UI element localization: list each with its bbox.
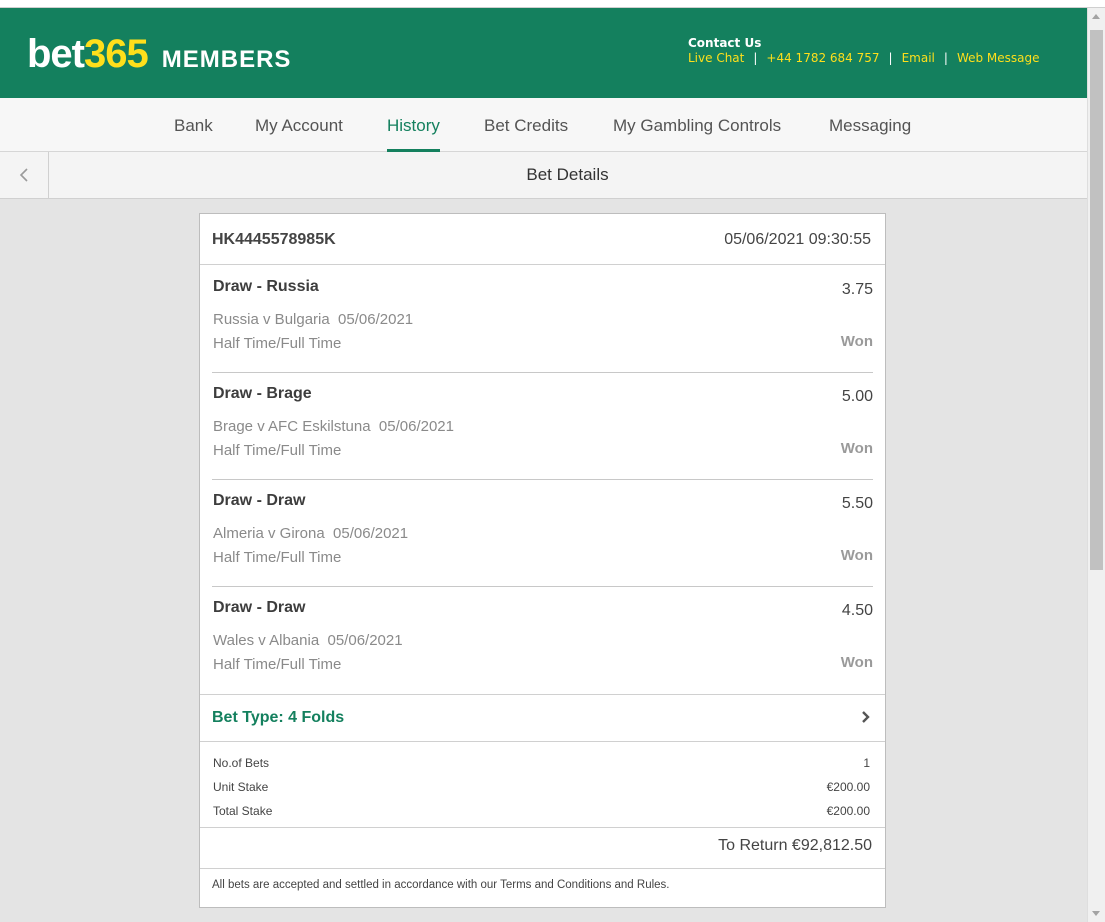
bet-type-row[interactable]: Bet Type: 4 Folds: [200, 694, 885, 742]
contact-title: Contact Us: [688, 36, 762, 50]
selection-market: Half Time/Full Time: [213, 442, 342, 459]
contact-panel: Contact Us Live Chat | +44 1782 684 757 | Em…: [688, 36, 1040, 66]
live-chat-link[interactable]: Live Chat: [688, 51, 744, 65]
total-stake-label: Total Stake: [213, 804, 273, 818]
nav-item-bank[interactable]: Bank: [174, 98, 213, 152]
bet-reference: HK4445578985K: [212, 231, 336, 248]
selection-row: Draw - Draw 5.50 Almeria v Girona 05/06/…: [212, 479, 873, 587]
selection-event: Russia v Bulgaria 05/06/2021: [213, 311, 414, 328]
nav-item-messaging[interactable]: Messaging: [829, 98, 911, 152]
no-of-bets-label: No.of Bets: [213, 756, 270, 770]
to-return-value: To Return €92,812.50: [718, 837, 872, 854]
selection-result: Won: [840, 547, 873, 564]
to-return-row: To Return €92,812.50: [200, 828, 885, 869]
logo-365: 365: [84, 32, 149, 76]
selection-market: Half Time/Full Time: [213, 549, 342, 566]
selection-name: Draw - Draw: [213, 492, 306, 509]
contact-links: Live Chat | +44 1782 684 757 | Email | Web Mes…: [688, 51, 1040, 66]
unit-stake-value: €200.00: [826, 780, 870, 794]
no-of-bets-row: No.of Bets 1: [213, 751, 870, 775]
browser-top-edge: [0, 0, 1105, 8]
selection-odds: 3.75: [841, 281, 873, 298]
selection-name: Draw - Draw: [213, 599, 306, 616]
logo-bet: bet: [27, 32, 85, 76]
unit-stake-row: Unit Stake €200.00: [213, 775, 870, 799]
selection-row: Draw - Russia 3.75 Russia v Bulgaria 05/…: [212, 265, 873, 373]
chevron-left-icon: [19, 168, 28, 182]
nav-item-bet-credits[interactable]: Bet Credits: [484, 98, 568, 152]
no-of-bets-value: 1: [863, 756, 870, 770]
stake-summary: No.of Bets 1 Unit Stake €200.00 Total St…: [200, 741, 885, 828]
selection-result: Won: [840, 654, 873, 671]
contact-separator: |: [943, 51, 948, 65]
unit-stake-label: Unit Stake: [213, 780, 269, 794]
scrollbar-thumb[interactable]: [1090, 30, 1103, 570]
site-header: bet365 MEMBERS Contact Us Live Chat | +44 1…: [0, 8, 1087, 98]
bet-header: HK4445578985K 05/06/2021 09:30:55: [200, 214, 885, 265]
page-title: Bet Details: [526, 165, 609, 184]
selection-row: Draw - Brage 5.00 Brage v AFC Eskilstuna…: [212, 372, 873, 480]
web-message-link[interactable]: Web Message: [957, 51, 1040, 65]
selection-name: Draw - Russia: [213, 278, 319, 295]
selection-market: Half Time/Full Time: [213, 656, 342, 673]
bet-type-label: Bet Type: 4 Folds: [212, 709, 345, 726]
contact-separator: |: [888, 51, 893, 65]
selection-market: Half Time/Full Time: [213, 335, 342, 352]
selection-event: Almeria v Girona 05/06/2021: [213, 525, 409, 542]
selection-odds: 5.50: [841, 495, 873, 512]
bet-datetime: 05/06/2021 09:30:55: [724, 231, 871, 248]
nav-item-gambling-controls[interactable]: My Gambling Controls: [613, 98, 781, 152]
selection-row: Draw - Draw 4.50 Wales v Albania 05/06/2…: [212, 586, 873, 693]
email-link[interactable]: Email: [902, 51, 935, 65]
selection-odds: 4.50: [841, 602, 873, 619]
total-stake-value: €200.00: [826, 804, 870, 818]
selection-event: Wales v Albania 05/06/2021: [213, 632, 403, 649]
nav-item-my-account[interactable]: My Account: [255, 98, 343, 152]
bet-details-card: HK4445578985K 05/06/2021 09:30:55 Draw -…: [199, 213, 886, 908]
back-button[interactable]: [0, 152, 49, 198]
logo-members: MEMBERS: [161, 46, 292, 73]
selection-event: Brage v AFC Eskilstuna 05/06/2021: [213, 418, 454, 435]
nav-item-history[interactable]: History: [387, 98, 440, 152]
terms-notice: All bets are accepted and settled in acc…: [212, 879, 670, 891]
page-title-bar: Bet Details: [0, 152, 1087, 199]
selection-odds: 5.00: [841, 388, 873, 405]
contact-separator: |: [753, 51, 758, 65]
scroll-up-arrow-icon[interactable]: [1092, 14, 1100, 19]
selection-result: Won: [840, 440, 873, 457]
total-stake-row: Total Stake €200.00: [213, 799, 870, 823]
scroll-down-arrow-icon[interactable]: [1092, 911, 1100, 916]
page-scrollbar[interactable]: [1087, 8, 1105, 922]
phone-link[interactable]: +44 1782 684 757: [766, 51, 879, 65]
main-nav: Bank My Account History Bet Credits My G…: [0, 98, 1087, 152]
bet365-logo[interactable]: bet365 MEMBERS: [27, 34, 291, 80]
selection-result: Won: [840, 333, 873, 350]
chevron-right-icon: [862, 711, 870, 723]
selection-name: Draw - Brage: [213, 385, 312, 402]
